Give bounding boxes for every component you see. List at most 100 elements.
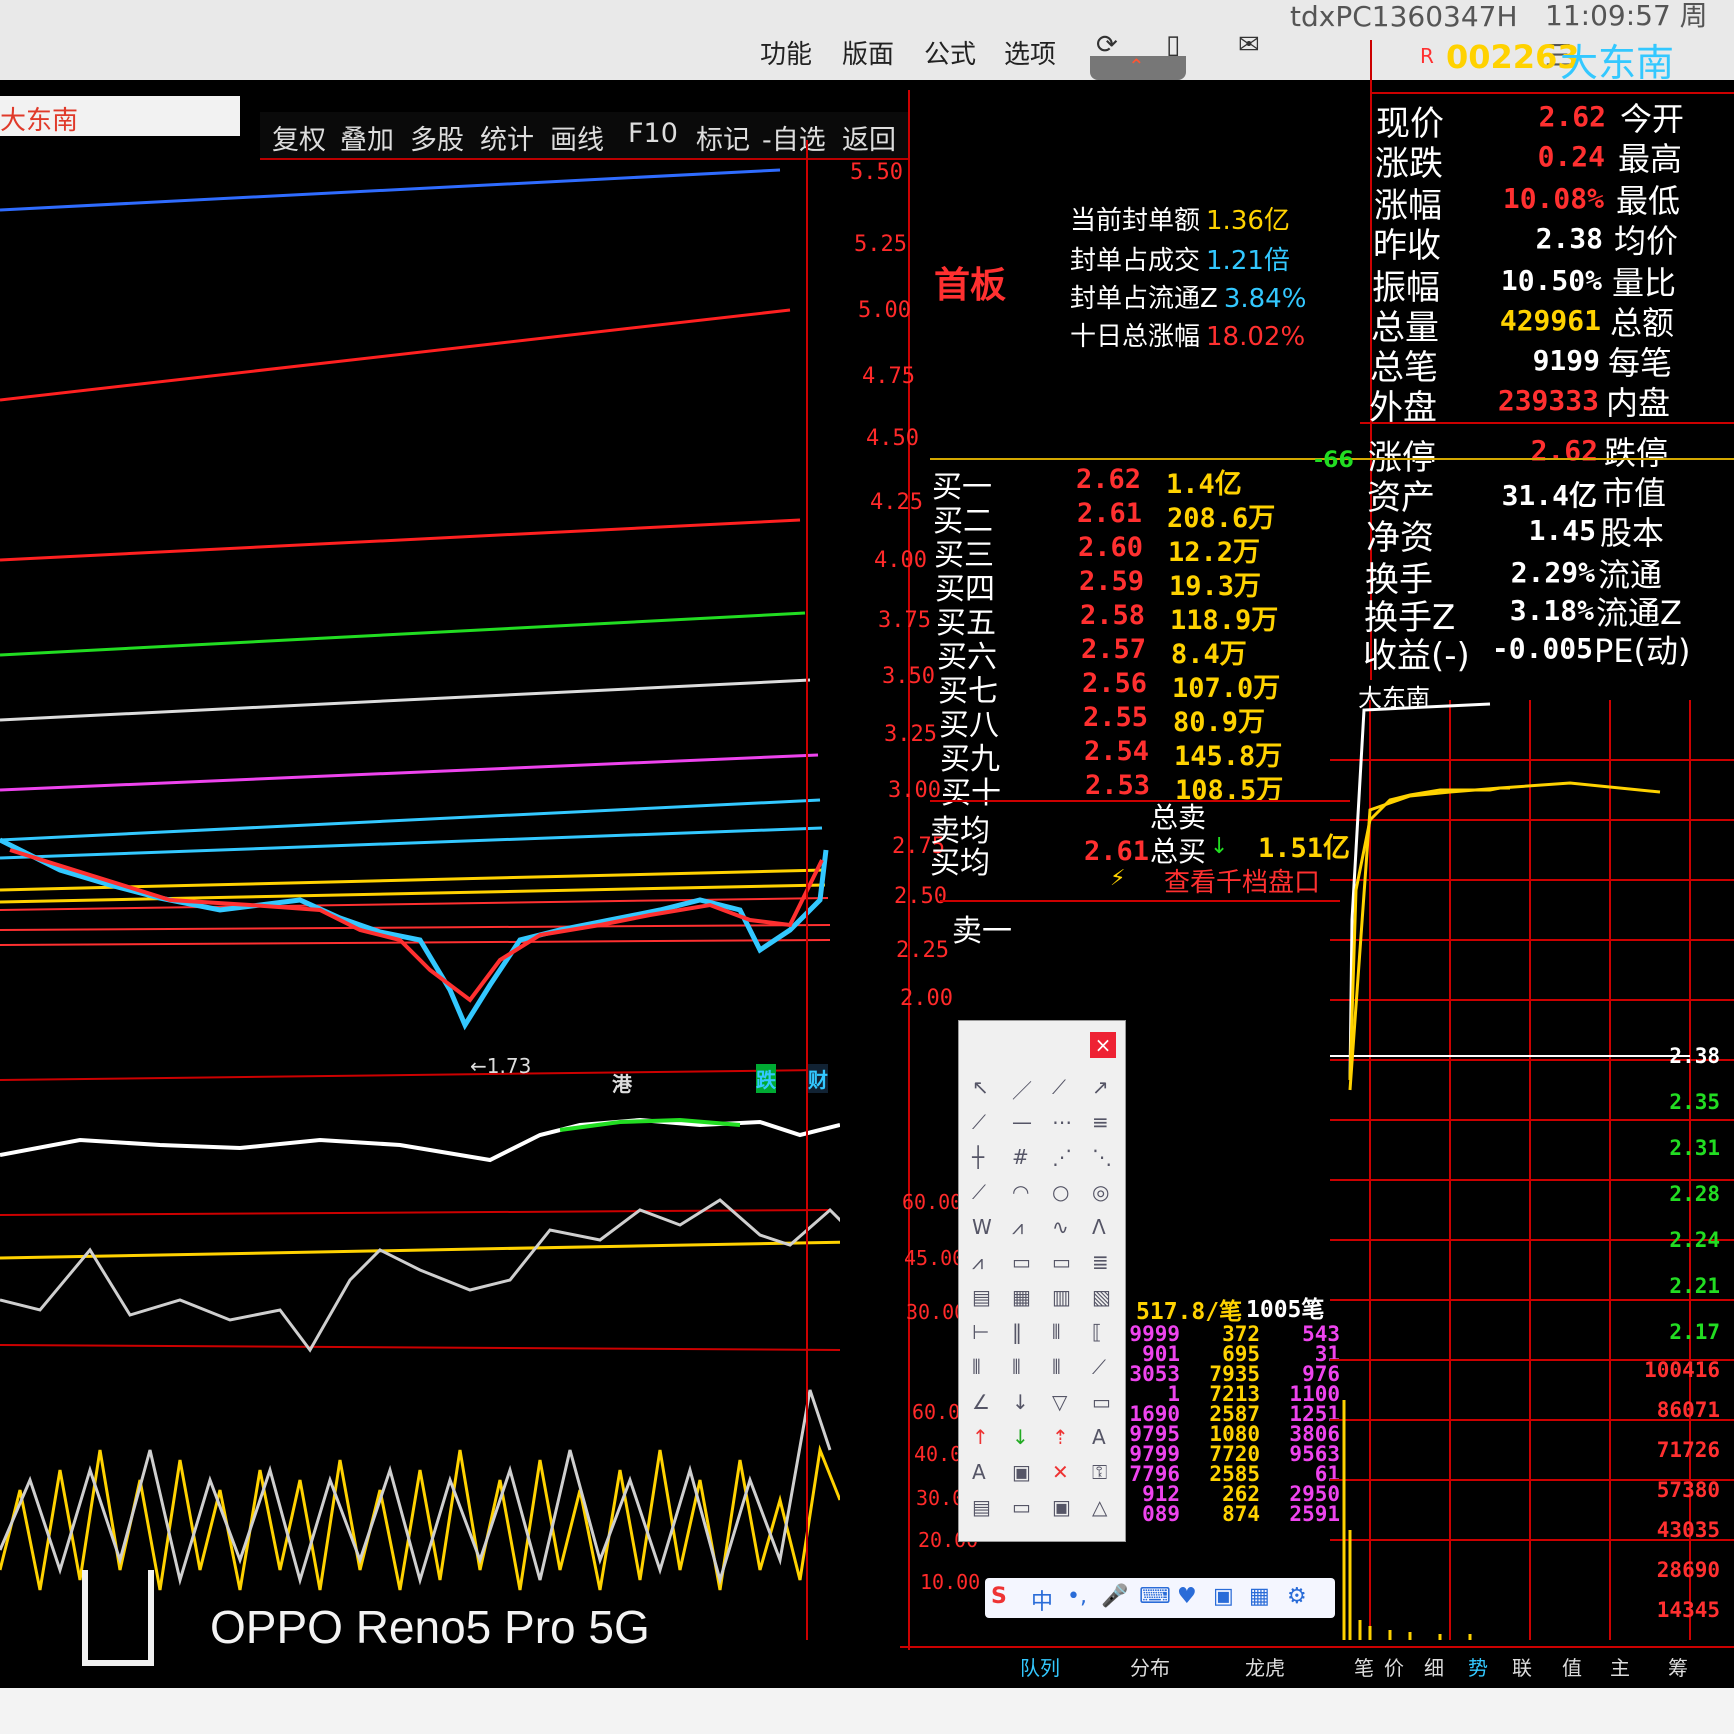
note-tool-icon[interactable]: ▣ (1012, 1460, 1031, 1484)
oppo-logo (82, 1570, 154, 1666)
indicator2-tick: 10.00 (920, 1570, 981, 1594)
menu-function[interactable]: 功能 (760, 34, 812, 71)
cross-tool-icon[interactable]: ┼ (972, 1145, 984, 1169)
arrow-line-tool-icon[interactable]: ↗ (1092, 1075, 1109, 1099)
ga-tool-icon[interactable]: ▭ (1052, 1250, 1071, 1274)
frame-tool-icon[interactable]: ▭ (1012, 1495, 1031, 1519)
menu-options[interactable]: 选项 (1004, 34, 1056, 71)
box-tool-icon[interactable]: ▤ (972, 1285, 991, 1309)
bars3-tool-icon[interactable]: ⦀ (1052, 1355, 1061, 1379)
seal-value: 1.21倍 (1206, 246, 1290, 276)
number-tool-icon[interactable]: # (1012, 1145, 1029, 1169)
skin-icon[interactable]: ♥ (1177, 1584, 1197, 1609)
tab-chips[interactable]: 筹 (1668, 1652, 1688, 1681)
indicator1-tick: 60.00 (902, 1190, 963, 1214)
lock-tool-icon[interactable]: ⚿ (1092, 1460, 1107, 1484)
ray-fan-tool-icon[interactable]: ▧ (1092, 1285, 1111, 1309)
menu-formula[interactable]: 公式 (924, 34, 976, 71)
period-tool-icon[interactable]: ⊢ (972, 1320, 989, 1344)
close-icon[interactable]: × (1090, 1032, 1116, 1058)
bars-tool-icon[interactable]: ⫴ (1052, 1320, 1060, 1344)
sogou-logo-icon[interactable]: S (991, 1584, 1007, 1609)
tab-trade[interactable]: 笔 (1354, 1652, 1374, 1681)
tab-queue[interactable]: 队列 (1020, 1652, 1060, 1681)
trend-tool-icon[interactable]: ⟋ (972, 1180, 986, 1204)
bracket-tool-icon[interactable]: ⟦ (1092, 1320, 1102, 1344)
mini-price-tick: 2.24 (1669, 1228, 1720, 1252)
kline-flag-fall: 跌 (756, 1064, 776, 1093)
mini-volume-tick: 86071 (1656, 1398, 1720, 1422)
down-arrow-tool-icon[interactable]: ↓ (1012, 1425, 1029, 1449)
settings-icon[interactable]: ⚙ (1287, 1584, 1307, 1609)
punct-icon[interactable]: •, (1067, 1584, 1087, 1609)
up-arrow-tool-icon[interactable]: ↑ (972, 1425, 989, 1449)
parallel-tool-icon[interactable]: ≡ (1092, 1110, 1109, 1134)
tab-dragon-tiger[interactable]: 龙虎 (1245, 1652, 1285, 1681)
mic-icon[interactable]: 🎤 (1101, 1584, 1128, 1609)
back-button[interactable]: 返回 (842, 118, 896, 157)
tab-detail[interactable]: 细 (1424, 1652, 1444, 1681)
wave-tool-icon[interactable]: W (972, 1215, 992, 1239)
segment-tool-icon[interactable]: ⟋ (972, 1110, 986, 1134)
hline-tool-icon[interactable]: — (1012, 1110, 1032, 1134)
kline-chart[interactable] (0, 150, 840, 1650)
triangle-tool-icon[interactable]: ▽ (1052, 1390, 1067, 1414)
zigzag-tool-icon[interactable]: ⩘ (1012, 1215, 1023, 1239)
channel-tool-icon[interactable]: ⋯ (1052, 1110, 1072, 1134)
angle-tool-icon[interactable]: ∠ (972, 1390, 990, 1414)
view-depth-link[interactable]: 查看千档盘口 (1164, 862, 1320, 899)
slope-tool-icon[interactable]: ⟋ (1092, 1355, 1106, 1379)
buy-arrow-tool-icon[interactable]: ⇡ (1052, 1425, 1069, 1449)
tab-value[interactable]: 值 (1562, 1652, 1582, 1681)
vlines-tool-icon[interactable]: ‖ (1012, 1320, 1022, 1344)
circle-tool-icon[interactable]: ○ (1052, 1180, 1069, 1204)
ray-tool-icon[interactable]: ⟋ (1052, 1075, 1066, 1099)
gp-tool-icon[interactable]: ▭ (1012, 1250, 1031, 1274)
ime-toolbar: S 中 •, 🎤 ⌨ ♥ ▣ ▦ ⚙ (985, 1578, 1335, 1618)
arc-tool-icon[interactable]: ◠ (1012, 1180, 1029, 1204)
tab-main[interactable]: 主 (1610, 1652, 1630, 1681)
buy-avg-label: 买均 (930, 846, 990, 881)
golden-tool-icon[interactable]: ≣ (1092, 1250, 1109, 1274)
fan-tool-icon[interactable]: ⋰ (1052, 1145, 1072, 1169)
f10-button[interactable]: F10 (628, 118, 678, 149)
lines-tool-icon[interactable]: ⦀ (972, 1355, 981, 1379)
bid-price: 2.55 (1083, 702, 1149, 733)
rect-tool-icon[interactable]: ▭ (1092, 1390, 1111, 1414)
quote-value: 10.08% (1502, 182, 1604, 215)
tab-link[interactable]: 联 (1512, 1652, 1532, 1681)
down-tool-icon[interactable]: ↓ (1012, 1390, 1029, 1414)
doc-tool-icon[interactable]: ▤ (972, 1495, 991, 1519)
speed-tool-icon[interactable]: ▥ (1052, 1285, 1071, 1309)
quote-value: 239333 (1497, 384, 1599, 417)
text-a-tool-icon[interactable]: A (972, 1460, 986, 1484)
pointer-tool-icon[interactable]: ↖ (972, 1075, 989, 1099)
grid-icon[interactable]: ▦ (1249, 1584, 1270, 1609)
ellipse-tool-icon[interactable]: ◎ (1092, 1180, 1109, 1204)
lang-cn-icon[interactable]: 中 (1031, 1584, 1053, 1616)
peak-tool-icon[interactable]: Λ (1092, 1215, 1106, 1239)
tab-price[interactable]: 价 (1384, 1652, 1404, 1681)
line-tool-icon[interactable]: ／ (1012, 1075, 1032, 1104)
picture-tool-icon[interactable]: ▣ (1052, 1495, 1071, 1519)
price-tick: 4.00 (874, 548, 927, 573)
mountain-tool-icon[interactable]: △ (1092, 1495, 1107, 1519)
text-tool-icon[interactable]: A (1092, 1425, 1106, 1449)
fib-tool-icon[interactable]: ⩘ (972, 1250, 983, 1274)
quote-value: 31.4亿 (1501, 479, 1597, 512)
seal-row: 封单占成交 1.21倍 (1070, 240, 1290, 277)
bid-price: 2.53 (1085, 770, 1151, 801)
tab-trend[interactable]: 势 (1468, 1652, 1488, 1681)
menu-layout[interactable]: 版面 (842, 34, 894, 71)
tab-distribution[interactable]: 分布 (1130, 1652, 1170, 1681)
mail-icon[interactable]: ✉ (1238, 30, 1260, 60)
price-tick: 4.25 (870, 490, 923, 515)
keyboard-icon[interactable]: ⌨ (1139, 1584, 1171, 1609)
bars2-tool-icon[interactable]: ⦀ (1012, 1355, 1021, 1379)
toolbox-icon[interactable]: ▣ (1213, 1584, 1234, 1609)
delete-tool-icon[interactable]: ✕ (1052, 1460, 1069, 1484)
gann-tool-icon[interactable]: ⋱ (1092, 1145, 1112, 1169)
grid-tool-icon[interactable]: ▦ (1012, 1285, 1031, 1309)
cycle-tool-icon[interactable]: ∿ (1052, 1215, 1069, 1239)
collapse-tab[interactable]: ⌃ (1090, 54, 1186, 80)
